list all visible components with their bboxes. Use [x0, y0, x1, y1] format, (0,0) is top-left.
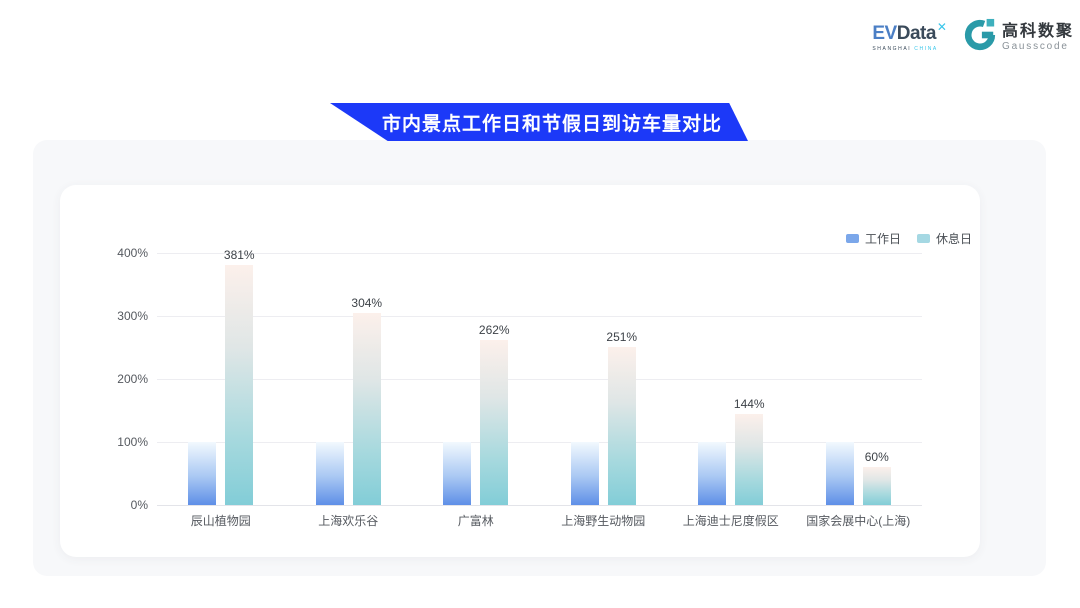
gausscode-cn-name: 高科数聚 [1002, 23, 1074, 41]
bar-wrap-工作日 [571, 442, 599, 505]
bar-wrap-工作日 [698, 442, 726, 505]
bar-wrap-休息日: 144% [735, 414, 763, 505]
bar-group: 304% [285, 253, 413, 505]
plot-area: 381% 304% 262% 251% 144% 60% [157, 253, 922, 505]
header-logos: EV Data ✕ SHANGHAI CHINA 高科数聚 Gausscode [872, 18, 1074, 57]
chart-title: 市内景点工作日和节假日到访车量对比 [356, 109, 722, 136]
evdata-data-text: Data [897, 24, 936, 43]
bar-wrap-工作日 [443, 442, 471, 505]
bar-休息日 [735, 414, 763, 505]
gausscode-en-name: Gausscode [1002, 41, 1074, 52]
legend-swatch [917, 234, 930, 243]
y-tick-label: 300% [78, 309, 148, 323]
bar-series: 381% 304% 262% 251% 144% 60% [157, 253, 922, 505]
x-tick-label: 广富林 [412, 512, 540, 529]
y-tick-label: 400% [78, 246, 148, 260]
bar-休息日 [225, 265, 253, 505]
legend-item-休息日[interactable]: 休息日 [917, 230, 972, 247]
bar-group: 144% [667, 253, 795, 505]
x-tick-label: 辰山植物园 [157, 512, 285, 529]
evdata-subtitle: SHANGHAI CHINA [872, 46, 937, 52]
bar-工作日 [188, 442, 216, 505]
bar-休息日 [353, 313, 381, 505]
bar-wrap-工作日 [316, 442, 344, 505]
bar-工作日 [316, 442, 344, 505]
gridline-0 [157, 505, 922, 506]
gausscode-text: 高科数聚 Gausscode [1002, 23, 1074, 53]
x-tick-label: 国家会展中心(上海) [795, 512, 923, 529]
evdata-sub-right: CHINA [914, 46, 938, 52]
gausscode-logo: 高科数聚 Gausscode [963, 18, 1074, 57]
bar-value-label: 60% [865, 450, 889, 464]
bar-value-label: 381% [224, 248, 255, 262]
x-tick-label: 上海野生动物园 [540, 512, 668, 529]
legend-label: 工作日 [865, 230, 901, 247]
bar-工作日 [826, 442, 854, 505]
y-tick-label: 200% [78, 372, 148, 386]
bar-wrap-休息日: 262% [480, 340, 508, 505]
chart-card: 工作日 休息日 0% 100% 200% 300% 400% 381% 304% 262% 25… [60, 185, 980, 557]
evdata-ev-text: EV [872, 24, 896, 43]
chart-legend: 工作日 休息日 [846, 230, 972, 247]
chart-panel: 工作日 休息日 0% 100% 200% 300% 400% 381% 304% 262% 25… [33, 140, 1046, 576]
bar-wrap-休息日: 304% [353, 313, 381, 505]
evdata-logo: EV Data ✕ SHANGHAI CHINA [872, 24, 947, 52]
bar-value-label: 304% [351, 296, 382, 310]
gausscode-g-icon [963, 18, 997, 57]
bar-休息日 [608, 347, 636, 505]
chart-title-banner: 市内景点工作日和节假日到访车量对比 [330, 103, 748, 141]
legend-swatch [846, 234, 859, 243]
y-tick-label: 100% [78, 435, 148, 449]
y-axis: 0%100%200%300%400% [78, 253, 148, 505]
x-tick-label: 上海迪士尼度假区 [667, 512, 795, 529]
bar-工作日 [443, 442, 471, 505]
y-tick-label: 0% [78, 498, 148, 512]
legend-label: 休息日 [936, 230, 972, 247]
bar-休息日 [480, 340, 508, 505]
bar-休息日 [863, 467, 891, 505]
bar-wrap-工作日 [826, 442, 854, 505]
bar-wrap-工作日 [188, 442, 216, 505]
x-tick-label: 上海欢乐谷 [285, 512, 413, 529]
bar-value-label: 262% [479, 323, 510, 337]
legend-item-工作日[interactable]: 工作日 [846, 230, 901, 247]
bar-value-label: 144% [734, 397, 765, 411]
bar-工作日 [571, 442, 599, 505]
bar-wrap-休息日: 381% [225, 265, 253, 505]
bar-group: 60% [795, 253, 923, 505]
bar-value-label: 251% [606, 330, 637, 344]
evdata-x-icon: ✕ [937, 21, 947, 33]
bar-group: 262% [412, 253, 540, 505]
bar-group: 381% [157, 253, 285, 505]
bar-wrap-休息日: 60% [863, 467, 891, 505]
bar-wrap-休息日: 251% [608, 347, 636, 505]
x-axis: 辰山植物园上海欢乐谷广富林上海野生动物园上海迪士尼度假区国家会展中心(上海) [157, 512, 922, 529]
bar-工作日 [698, 442, 726, 505]
evdata-wordmark: EV Data ✕ [872, 24, 947, 43]
evdata-sub-left: SHANGHAI [872, 46, 911, 52]
bar-group: 251% [540, 253, 668, 505]
